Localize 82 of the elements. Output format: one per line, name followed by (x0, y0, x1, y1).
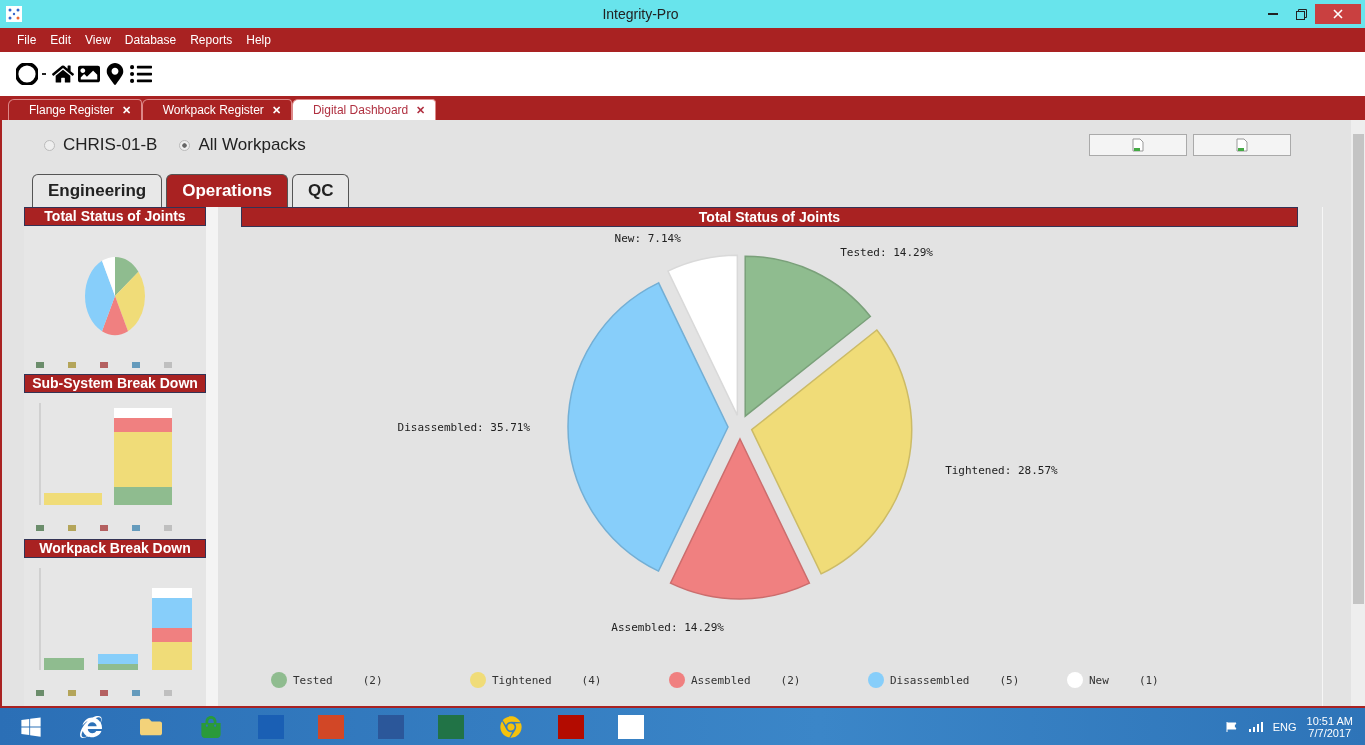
tab[interactable]: Engineering (32, 174, 163, 207)
slice-label: Disassembled: 35.71% (397, 420, 530, 434)
close-tab-button[interactable]: ✕ (121, 103, 131, 117)
mini-legend-swatch (68, 362, 76, 368)
panel-title: Sub-System Break Down (24, 374, 206, 393)
mini-bar-segment (44, 658, 84, 670)
slice-label: Assembled: 14.29% (611, 621, 724, 634)
mini-bar-segment (114, 408, 172, 418)
image-button[interactable] (1193, 134, 1291, 156)
scrollbar[interactable] (1351, 120, 1365, 706)
mini-legend-swatch (132, 690, 140, 696)
legend-dot (271, 672, 287, 688)
legend-dot (868, 672, 884, 688)
legend-count: (4) (581, 673, 602, 687)
radio-label: CHRIS-01-B (63, 135, 158, 155)
menu-item[interactable]: View (80, 33, 116, 47)
mini-legend-swatch (100, 690, 108, 696)
location-pin-icon[interactable] (104, 63, 126, 85)
home-icon[interactable] (52, 63, 74, 85)
legend-label: New (1089, 673, 1109, 687)
scrollbar[interactable] (206, 207, 218, 706)
legend-count: (1) (1138, 673, 1159, 687)
signal-icon[interactable] (1248, 721, 1263, 732)
mini-legend-swatch (132, 525, 140, 531)
window-title: Integrity-Pro (601, 6, 680, 22)
legend-count: (2) (362, 673, 383, 687)
legend-dot (470, 672, 486, 688)
windows-logo-icon (20, 715, 42, 738)
tab[interactable]: Operations (166, 174, 288, 207)
mini-legend-swatch (36, 690, 44, 696)
document-tab[interactable]: Flange Register ✕ (8, 99, 142, 120)
legend-dot (1067, 672, 1083, 688)
close-icon (1333, 9, 1343, 19)
menu-item[interactable]: Reports (185, 33, 238, 47)
broken-image-icon (1132, 138, 1144, 152)
legend-count: (5) (999, 673, 1020, 687)
tab-title: Flange Register (29, 103, 114, 117)
menu-item[interactable]: Edit (45, 33, 77, 47)
mini-bar-segment (44, 493, 102, 505)
mini-legend-swatch (36, 525, 44, 531)
tab-title: Workpack Register (162, 103, 264, 117)
legend-label: Disassembled (890, 673, 970, 687)
radio-option[interactable]: CHRIS-01-B (44, 135, 158, 155)
legend-label: Tested (293, 673, 333, 687)
mini-legend-swatch (132, 362, 140, 368)
mini-legend-swatch (36, 362, 44, 368)
mini-legend-swatch (68, 525, 76, 531)
legend-label: Tightened (492, 673, 552, 687)
close-tab-button[interactable]: ✕ (271, 103, 281, 117)
legend-label: Assembled (691, 673, 751, 687)
language-indicator[interactable]: ENG (1272, 720, 1297, 733)
image-icon[interactable] (78, 63, 100, 85)
menu-item[interactable]: Database (119, 33, 182, 47)
slice-label: New: 7.14% (614, 231, 681, 245)
document-tab[interactable]: Workpack Register ✕ (141, 99, 292, 120)
tab-title: Digital Dashboard (312, 103, 409, 117)
menu-item[interactable]: Help (241, 33, 276, 47)
mini-legend-swatch (100, 525, 108, 531)
ring-icon[interactable] (16, 63, 38, 85)
chart-title: Total Status of Joints (241, 207, 1298, 227)
list-icon[interactable] (130, 63, 152, 85)
panel-title: Workpack Break Down (24, 539, 206, 558)
close-tab-button[interactable]: ✕ (416, 103, 426, 117)
panel-title: Total Status of Joints (24, 207, 206, 226)
broken-image-icon (1236, 138, 1248, 152)
mini-legend-swatch (100, 362, 108, 368)
mini-legend-swatch (68, 690, 76, 696)
slice-label: Tested: 14.29% (840, 246, 933, 260)
minimize-icon (1268, 12, 1278, 16)
legend-count: (2) (780, 673, 801, 687)
flag-icon[interactable] (1224, 721, 1239, 732)
image-button[interactable] (1089, 134, 1187, 156)
mini-legend-swatch (164, 690, 172, 696)
mini-legend-swatch (164, 362, 172, 368)
restore-icon (1295, 8, 1307, 20)
menu-item[interactable]: File (12, 33, 42, 47)
legend-dot (669, 672, 685, 688)
clock[interactable]: 10:51 AM 7/7/2017 (1306, 714, 1353, 739)
slice-label: Tightened: 28.57% (945, 464, 1058, 478)
tab[interactable]: QC (292, 174, 350, 207)
document-tab[interactable]: Digital Dashboard ✕ (291, 99, 437, 120)
mini-legend-swatch (164, 525, 172, 531)
